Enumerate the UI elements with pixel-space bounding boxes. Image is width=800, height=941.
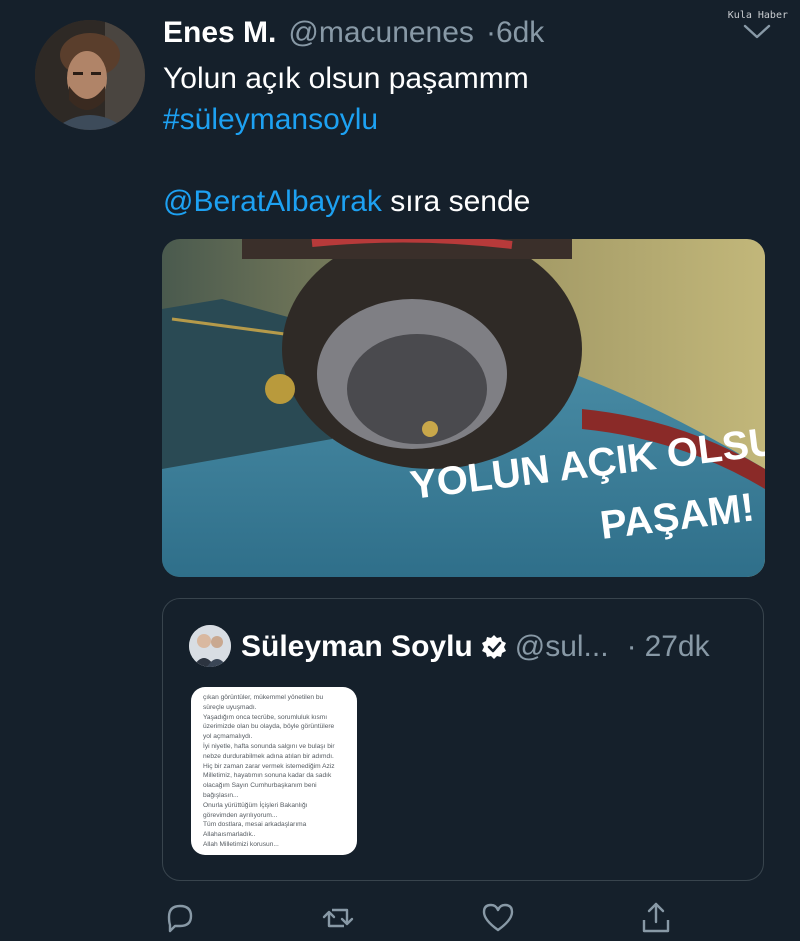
quoted-image-text-line: İyi niyetle, hafta sonunda salgını ve bu… xyxy=(203,742,335,750)
quoted-tweet-timestamp[interactable]: 27dk xyxy=(645,630,710,664)
share-icon[interactable] xyxy=(638,900,674,936)
quoted-author-handle[interactable]: @sul... xyxy=(515,630,609,664)
quoted-image-text-line: Milletimiz, hayatımın sonuna kadar da sa… xyxy=(203,772,332,780)
tweet-text-segment: sıra sende xyxy=(381,185,531,218)
quoted-image-text-line: Hiç bir zaman zarar vermek istemediğim A… xyxy=(203,762,335,770)
author-avatar[interactable] xyxy=(35,20,145,130)
author-handle[interactable]: @macunenes xyxy=(288,16,474,50)
like-icon[interactable] xyxy=(480,900,516,936)
quoted-image-text-line: görevimden ayrılıyorum... xyxy=(203,811,278,819)
hashtag-link[interactable]: #süleymansoylu xyxy=(163,103,378,136)
quoted-image-text-line: bağışlasın... xyxy=(203,791,239,799)
tweet-text-line xyxy=(163,140,763,181)
tweet-text-line: Yolun açık olsun paşammm xyxy=(163,58,763,99)
quoted-image-text-line: nebze durdurabilmek adına atılan bir adı… xyxy=(203,752,334,760)
watermark: Kula Haber xyxy=(727,10,788,21)
tweet-text: Yolun açık olsun paşammm #süleymansoylu @B… xyxy=(163,58,763,222)
quoted-tweet-image[interactable]: çıkan görüntüler, mükemmel yönetilen bu s… xyxy=(191,687,357,855)
reply-icon[interactable] xyxy=(162,900,198,936)
tweet-header: Enes M. @macunenes · 6dk xyxy=(163,16,544,56)
quoted-header-separator: · xyxy=(626,630,637,663)
quoted-image-text-line: çıkan görüntüler, mükemmel yönetilen bu xyxy=(203,694,324,701)
verified-badge-icon xyxy=(481,634,507,660)
quoted-image-text-line: Allah Milletimizi korusun... xyxy=(203,840,279,848)
tweet-actions-bar xyxy=(160,900,700,936)
quoted-image-text-line: süreçle uyuşmadı. xyxy=(203,703,257,711)
author-name[interactable]: Enes M. xyxy=(163,16,276,50)
mention-link[interactable]: @BeratAlbayrak xyxy=(163,185,382,218)
quoted-image-text-line: Tüm dostlara, mesai arkadaşlarıma xyxy=(203,821,307,829)
quoted-image-text-line: olacağım Sayın Cumhurbaşkanım beni xyxy=(203,782,317,790)
quoted-image-text-line: Yaşadığım onca tecrübe, sorumluluk kısmı xyxy=(203,713,328,721)
quoted-image-text-line: Allahaısmarladık.. xyxy=(203,831,256,839)
tweet-text-line: #süleymansoylu xyxy=(163,99,763,140)
tweet-media-image[interactable]: YOLUN AÇIK OLSUN PAŞAM! xyxy=(162,239,765,577)
quoted-tweet-card[interactable]: Süleyman Soylu @sul... · 27dk çıkan görü… xyxy=(162,598,764,881)
quoted-image-text-line: yol açmamalıydı. xyxy=(203,733,253,741)
quoted-image-text-line: üzerimizde olan bu olayda, böyle görüntü… xyxy=(203,723,335,731)
tweet-timestamp[interactable]: 6dk xyxy=(496,16,544,50)
retweet-icon[interactable] xyxy=(320,900,356,936)
quoted-image-text-line: Onurla yürüttüğüm İçişleri Bakanlığı xyxy=(203,801,308,809)
quoted-author-name[interactable]: Süleyman Soylu xyxy=(241,630,473,664)
chevron-down-icon[interactable] xyxy=(740,22,774,42)
tweet-text-segment: Yolun açık olsun paşammm xyxy=(163,62,529,95)
tweet-text-line: @BeratAlbayrak sıra sende xyxy=(163,181,763,222)
header-separator: · xyxy=(485,16,496,49)
quoted-tweet-header: Süleyman Soylu @sul... · 27dk xyxy=(241,627,710,667)
quoted-author-avatar[interactable] xyxy=(189,625,231,667)
